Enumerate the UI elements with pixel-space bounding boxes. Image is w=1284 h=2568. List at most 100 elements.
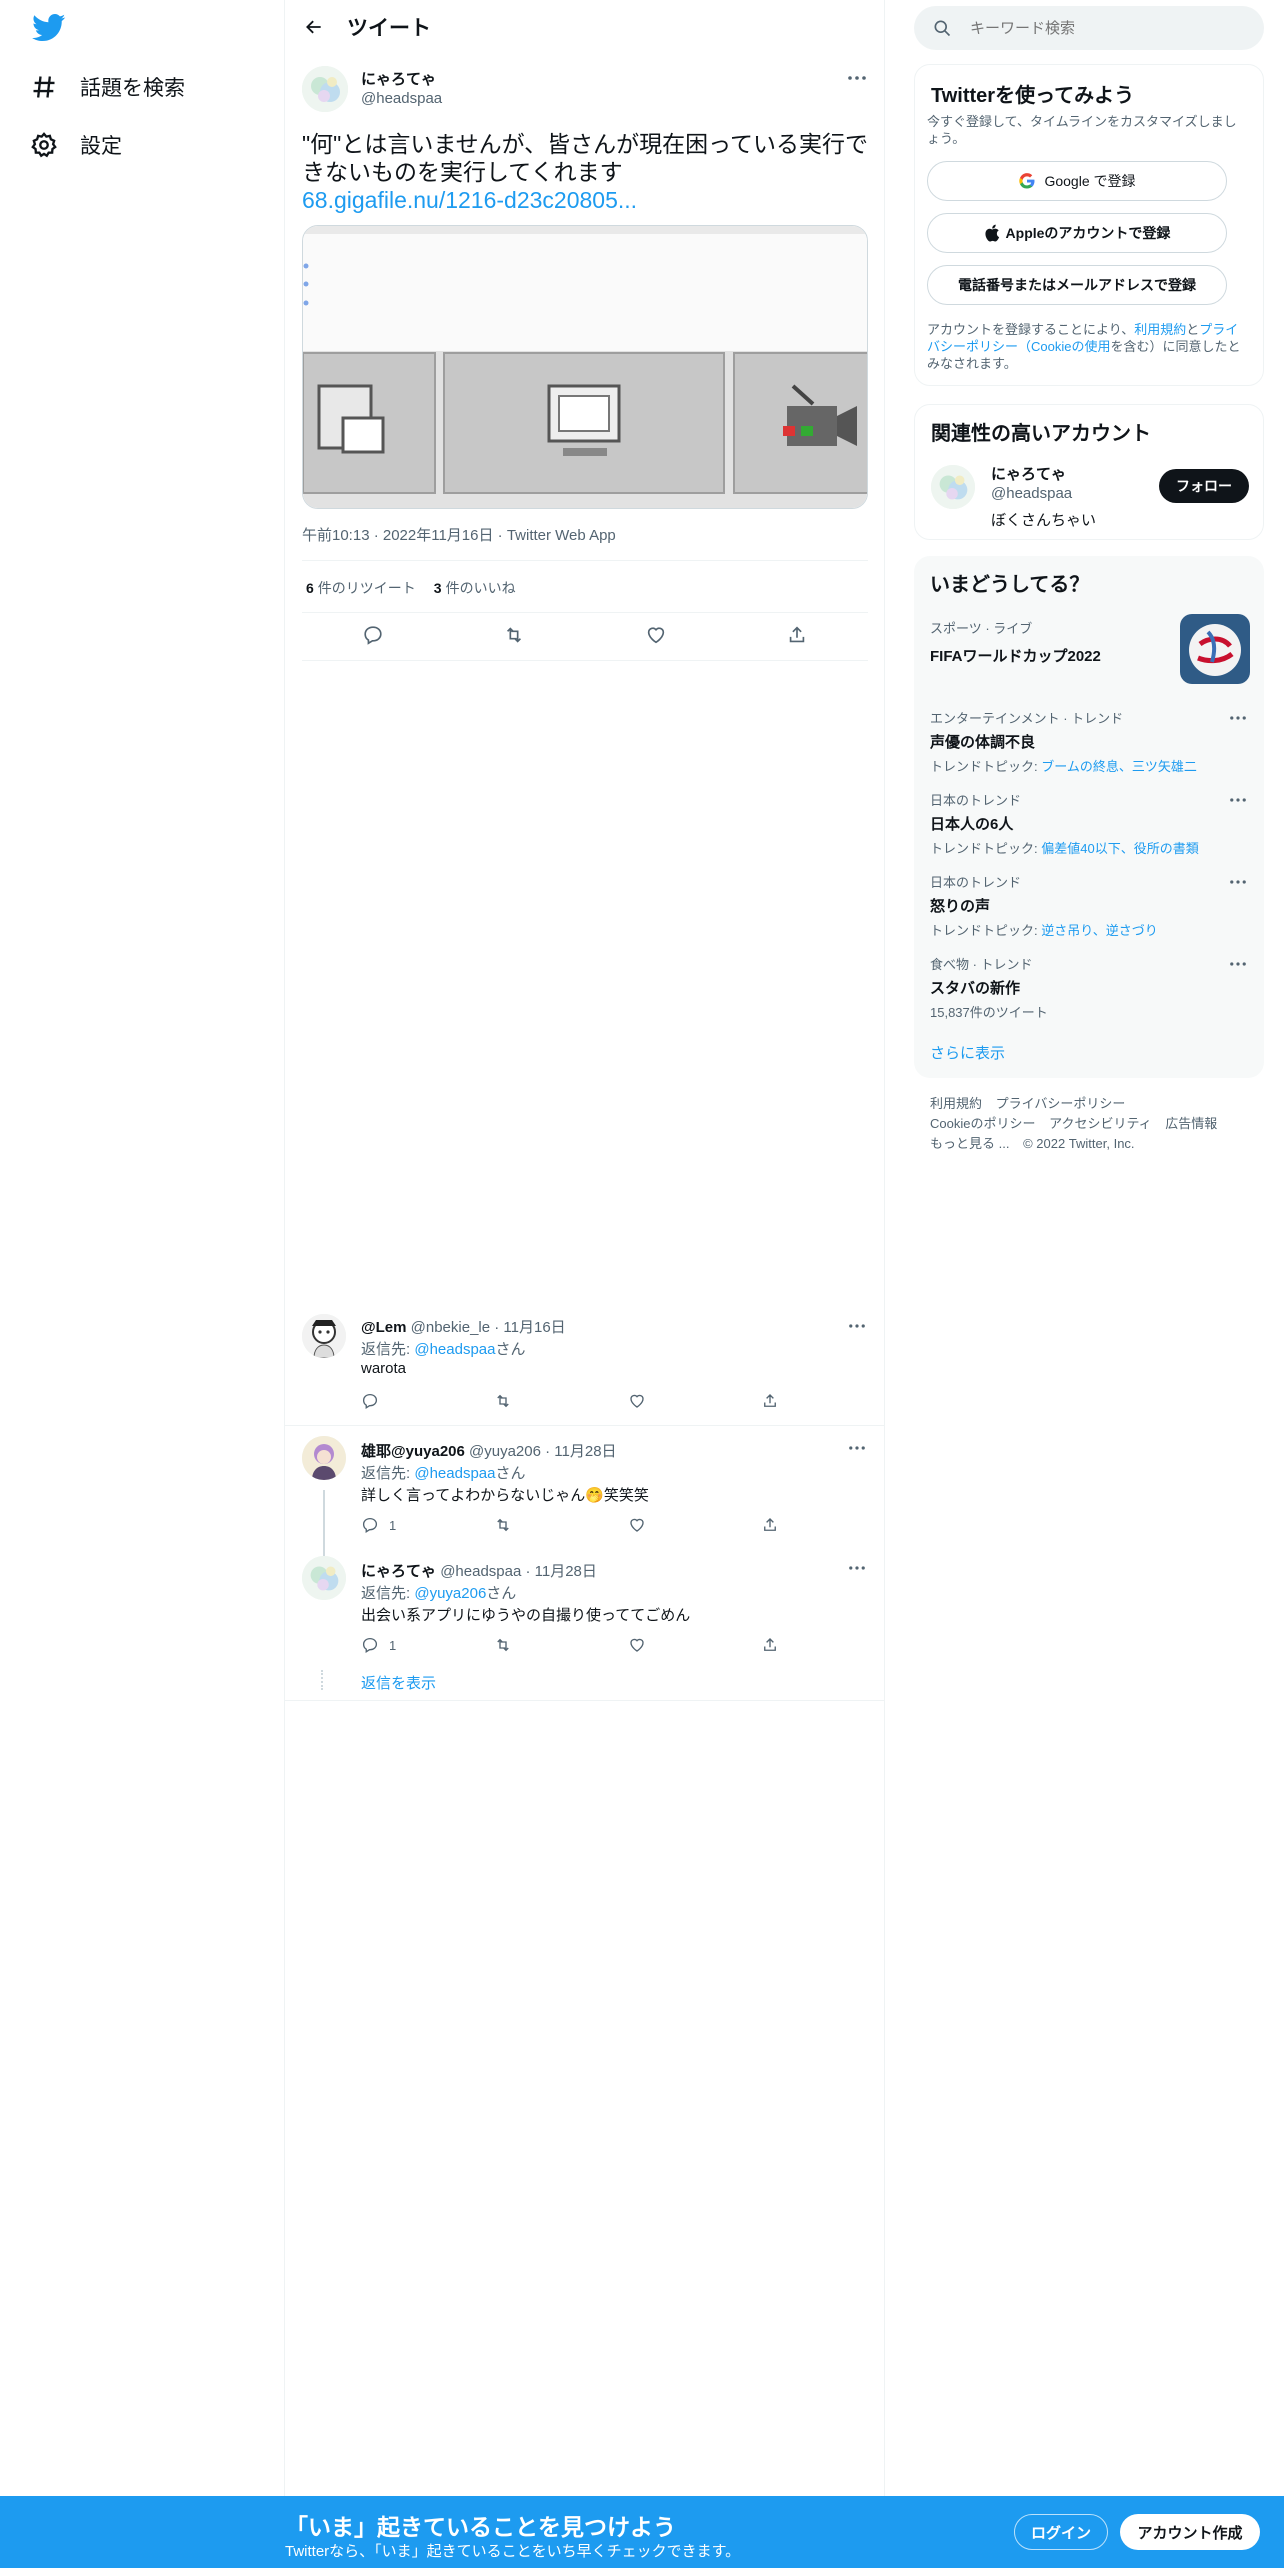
google-icon	[1018, 172, 1036, 190]
trend-item[interactable]: 日本のトレンド 怒りの声 トレンドトピック: 逆さ吊り、逆さづり	[930, 872, 1250, 939]
share-icon[interactable]	[761, 1392, 801, 1410]
tweet-link[interactable]: 68.gigafile.nu/1216-d23c20805...	[302, 186, 872, 214]
signup-card: Twitterを使ってみよう 今すぐ登録して、タイムラインをカスタマイズしましょ…	[914, 64, 1264, 386]
bottom-bar-subtitle: Twitterなら、「いま」起きていることをいち早くチェックできます。	[285, 2543, 741, 2560]
reply-header: 雄耶@yuya206 @yuya206 · 11月28日	[361, 1440, 617, 1461]
more-icon[interactable]	[1226, 706, 1250, 730]
trend-sub-prefix: トレンドトピック:	[930, 759, 1042, 774]
apple-signup-label: Appleのアカウントで登録	[1005, 225, 1171, 241]
reply-handle[interactable]: @headspaa	[440, 1563, 521, 1580]
apple-signup-button[interactable]: Appleのアカウントで登録	[927, 213, 1227, 253]
reply-item[interactable]: にゃろてゃ @headspaa · 11月28日 返信先: @yuya206さん…	[285, 1548, 885, 1698]
share-icon[interactable]	[782, 620, 812, 650]
footer-link-cookies[interactable]: Cookieのポリシー	[930, 1116, 1035, 1131]
signup-legal: アカウントを登録することにより、利用規約とプライバシーポリシー（Cookieの使…	[927, 321, 1247, 372]
reply-name[interactable]: 雄耶@yuya206	[361, 1443, 465, 1460]
more-icon[interactable]	[845, 1436, 869, 1460]
reply-item[interactable]: 雄耶@yuya206 @yuya206 · 11月28日 返信先: @heads…	[285, 1428, 885, 1548]
phone-email-signup-button[interactable]: 電話番号またはメールアドレスで登録	[927, 265, 1227, 305]
google-signup-button[interactable]: Google で登録	[927, 161, 1227, 201]
reply-handle[interactable]: @nbekie_le	[411, 1319, 490, 1336]
terms-link[interactable]: 利用規約	[1134, 322, 1186, 337]
reply-name[interactable]: にゃろてゃ	[361, 1563, 436, 1580]
twitter-logo-icon[interactable]	[32, 14, 66, 42]
footer-link-ads[interactable]: 広告情報	[1165, 1116, 1217, 1131]
tweet-media-image[interactable]	[302, 225, 868, 509]
more-icon[interactable]	[1226, 788, 1250, 812]
related-avatar[interactable]	[931, 465, 975, 509]
reply-icon[interactable]	[358, 620, 388, 650]
search-input[interactable]	[970, 19, 1250, 37]
divider	[302, 560, 868, 561]
nav-explore-label: 話題を検索	[80, 77, 185, 100]
trend-sub-link[interactable]: ブームの終息、三ツ矢雄二	[1041, 759, 1197, 774]
retweet-icon[interactable]	[494, 1516, 534, 1534]
likes-count: 3	[433, 580, 442, 596]
trend-sub-link[interactable]: 偏差値40以下、役所の書類	[1041, 841, 1198, 856]
related-name[interactable]: にゃろてゃ	[991, 463, 1066, 484]
reply-date[interactable]: · 11月28日	[545, 1443, 616, 1460]
show-replies-link[interactable]: 返信を表示	[361, 1672, 436, 1693]
like-icon[interactable]	[628, 1636, 668, 1654]
share-icon[interactable]	[761, 1516, 801, 1534]
retweet-icon[interactable]	[494, 1392, 534, 1410]
footer-link-accessibility[interactable]: アクセシビリティ	[1049, 1116, 1152, 1131]
share-icon[interactable]	[761, 1636, 801, 1654]
reply-count: 1	[389, 1637, 397, 1653]
follow-button[interactable]: フォロー	[1159, 469, 1249, 503]
author-name[interactable]: にゃろてゃ	[361, 68, 436, 89]
reply-avatar[interactable]	[302, 1314, 346, 1358]
reply-icon[interactable]: 1	[361, 1636, 401, 1654]
reply-avatar[interactable]	[302, 1556, 346, 1600]
author-handle[interactable]: @headspaa	[361, 90, 442, 107]
reply-date[interactable]: · 11月16日	[494, 1319, 565, 1336]
more-icon[interactable]	[845, 66, 869, 90]
likes-stat[interactable]: 3 件のいいね	[430, 578, 516, 598]
footer-link-terms[interactable]: 利用規約	[930, 1096, 982, 1111]
trend-sub-link[interactable]: 逆さ吊り、逆さづり	[1041, 923, 1157, 938]
bottom-bar-title: 「いま」起きていることを見つけよう	[285, 2514, 676, 2540]
more-icon[interactable]	[845, 1314, 869, 1338]
footer-link-more[interactable]: もっと見る ...	[930, 1136, 1009, 1151]
reply-header: にゃろてゃ @headspaa · 11月28日	[361, 1560, 597, 1581]
reply-date[interactable]: · 11月28日	[525, 1563, 596, 1580]
retweet-icon[interactable]	[499, 620, 529, 650]
like-icon[interactable]	[641, 620, 671, 650]
author-avatar[interactable]	[302, 66, 348, 112]
trend-count: 15,837件のツイート	[930, 1005, 1048, 1020]
reply-icon[interactable]	[361, 1392, 401, 1410]
nav-explore[interactable]: 話題を検索	[30, 67, 185, 107]
more-icon[interactable]	[1226, 870, 1250, 894]
reply-handle[interactable]: @yuya206	[469, 1443, 541, 1460]
reply-to-link[interactable]: @yuya206	[414, 1585, 486, 1602]
trends-title: いまどうしてる？	[930, 574, 1090, 596]
like-icon[interactable]	[628, 1516, 668, 1534]
reply-to-link[interactable]: @headspaa	[414, 1465, 495, 1482]
trend-item[interactable]: 日本のトレンド 日本人の6人 トレンドトピック: 偏差値40以下、役所の書類	[930, 790, 1250, 857]
signup-button[interactable]: アカウント作成	[1120, 2514, 1260, 2550]
more-icon[interactable]	[1226, 952, 1250, 976]
retweets-stat[interactable]: 6 件のリツイート	[302, 578, 416, 598]
login-button[interactable]: ログイン	[1014, 2514, 1108, 2550]
more-icon[interactable]	[845, 1556, 869, 1580]
footer-link-privacy[interactable]: プライバシーポリシー	[996, 1096, 1126, 1111]
show-more-link[interactable]: さらに表示	[930, 1042, 1005, 1063]
reply-avatar[interactable]	[302, 1436, 346, 1480]
reply-to-link[interactable]: @headspaa	[414, 1341, 495, 1358]
reply-to-prefix: 返信先:	[361, 1341, 415, 1358]
trend-item[interactable]: スポーツ · ライブ FIFAワールドカップ2022	[930, 614, 1250, 684]
retweet-icon[interactable]	[494, 1636, 534, 1654]
related-handle[interactable]: @headspaa	[991, 485, 1072, 502]
related-bio: ぼくさんちゃい	[991, 512, 1097, 529]
gear-icon	[30, 131, 58, 159]
trend-category: 日本のトレンド	[930, 875, 1022, 890]
reply-item[interactable]: @Lem @nbekie_le · 11月16日 返信先: @headspaaさ…	[285, 1306, 885, 1424]
nav-settings[interactable]: 設定	[30, 125, 122, 165]
search-box[interactable]	[914, 6, 1264, 50]
reply-name[interactable]: @Lem	[361, 1319, 406, 1336]
trend-item[interactable]: 食べ物 · トレンド スタバの新作 15,837件のツイート	[930, 954, 1250, 1021]
trend-item[interactable]: エンターテインメント · トレンド 声優の体調不良 トレンドトピック: ブームの…	[930, 708, 1250, 775]
back-arrow-icon[interactable]	[299, 12, 329, 42]
like-icon[interactable]	[628, 1392, 668, 1410]
reply-icon[interactable]: 1	[361, 1516, 401, 1534]
